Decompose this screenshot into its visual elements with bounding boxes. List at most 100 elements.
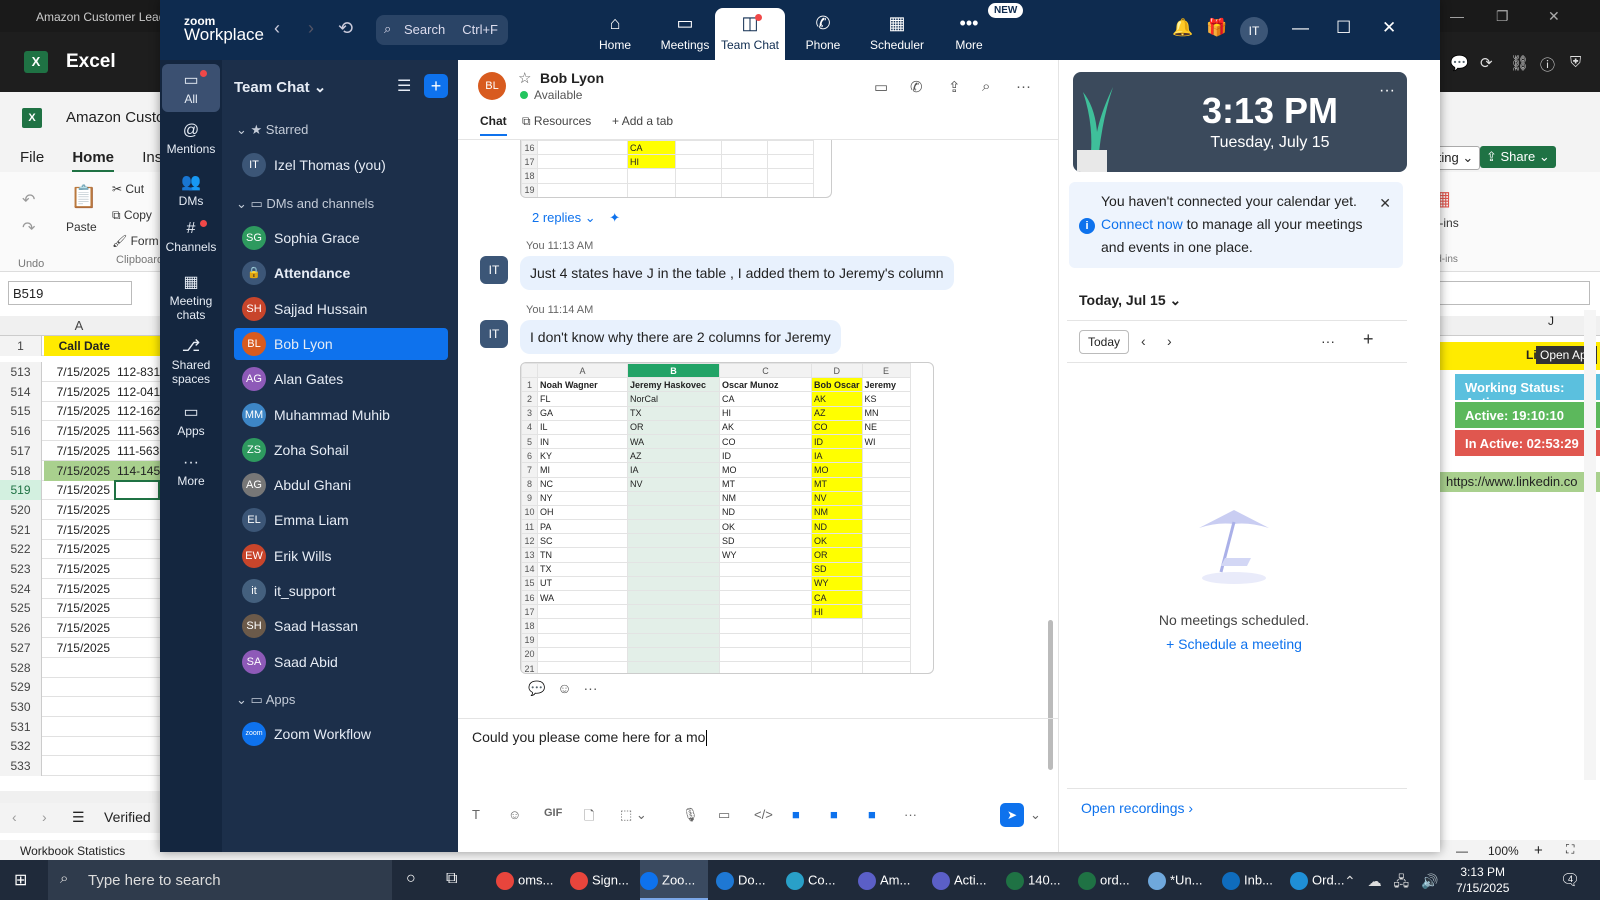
sidebar-item-sajjad-hussain[interactable]: SH Sajjad Hussain	[234, 293, 448, 325]
taskbar-clock[interactable]: 3:13 PM 7/15/2025	[1456, 864, 1509, 896]
cell-a[interactable]	[44, 697, 114, 717]
nav-meetings[interactable]: ▭ Meetings	[650, 8, 720, 60]
cell-b[interactable]	[114, 480, 160, 501]
row-number[interactable]: 520	[0, 499, 42, 520]
app-icon-1[interactable]: ■	[792, 807, 800, 822]
sidebar-item-izel-thomas-you-[interactable]: IT Izel Thomas (you)	[234, 149, 448, 181]
row-number[interactable]: 522	[0, 539, 42, 560]
rail-item-mentions[interactable]: @ Mentions	[162, 120, 220, 156]
more-options-icon[interactable]: ···	[1016, 78, 1031, 95]
section-apps[interactable]: ⌄ ▭ Apps	[236, 692, 295, 708]
search-chat-icon[interactable]: ⌕	[982, 78, 990, 95]
tab-resources[interactable]: ⧉ Resources	[522, 114, 591, 129]
cell-b[interactable]	[114, 539, 160, 559]
refresh-icon[interactable]: ⟳	[1480, 54, 1493, 72]
sidebar-item-abdul-ghani[interactable]: AG Abdul Ghani	[234, 469, 448, 501]
video-call-icon[interactable]: ▭	[874, 78, 888, 96]
video-message-icon[interactable]: ▭	[718, 807, 730, 823]
taskbar-app[interactable]: *Un...	[1148, 860, 1216, 900]
rail-item-apps[interactable]: ▭ Apps	[162, 402, 220, 438]
taskbar-app[interactable]: 140...	[1006, 860, 1074, 900]
cell-a[interactable]: 7/15/2025	[44, 500, 114, 520]
row-number[interactable]: 530	[0, 696, 42, 717]
linkedin-cell[interactable]: https://www.linkedin.co	[1440, 472, 1600, 492]
rail-item-shared-spaces[interactable]: ⎇ Shared spaces	[162, 336, 220, 386]
rail-item-dms[interactable]: 👥 DMs	[162, 172, 220, 208]
taskbar-app[interactable]: Zoo...	[640, 860, 708, 900]
today-dropdown[interactable]: Today, Jul 15 ⌄	[1079, 292, 1181, 309]
cell-b[interactable]: 111-563	[114, 441, 160, 461]
chat-scrollbar[interactable]	[1048, 140, 1053, 770]
taskbar-app[interactable]: oms...	[496, 860, 564, 900]
undo-icon[interactable]: ↶	[22, 190, 35, 210]
taskbar-app[interactable]: Inb...	[1222, 860, 1290, 900]
cell-a[interactable]: 7/15/2025	[44, 520, 114, 540]
taskbar-search[interactable]: ⌕ Type here to search	[48, 860, 392, 900]
row-number[interactable]: 516	[0, 421, 42, 442]
app-icon-3[interactable]: ■	[868, 807, 876, 822]
send-options-icon[interactable]: ⌄	[1030, 807, 1041, 823]
link-icon[interactable]: ⛓	[1510, 54, 1529, 72]
nav-home[interactable]: ⌂ Home	[580, 8, 650, 60]
nav-team-chat[interactable]: ◫ Team Chat	[715, 8, 785, 60]
more-actions-icon[interactable]: ···	[584, 680, 598, 696]
redo-icon[interactable]: ↷	[22, 218, 35, 238]
close-icon[interactable]: ✕	[1548, 8, 1560, 25]
cell-a[interactable]	[44, 736, 114, 756]
row-number[interactable]: 519	[0, 480, 42, 501]
row-number[interactable]: 523	[0, 559, 42, 579]
cell-a[interactable]: 7/15/2025	[44, 480, 114, 500]
gif-icon[interactable]: GIF	[544, 807, 562, 819]
cell-b[interactable]: 111-563	[114, 421, 160, 441]
cell-b[interactable]	[114, 500, 160, 520]
excel-vertical-scrollbar[interactable]	[1584, 310, 1596, 780]
cell-a[interactable]: 7/15/2025	[44, 362, 114, 382]
row-number[interactable]: 528	[0, 657, 42, 678]
shield-icon[interactable]: ⛨	[1570, 54, 1581, 71]
reply-icon[interactable]: 💬	[528, 680, 545, 696]
row-number[interactable]: 533	[0, 756, 42, 776]
cell-a[interactable]	[44, 658, 114, 678]
compose-input[interactable]: Could you please come here for a mo	[472, 729, 707, 746]
taskbar-app[interactable]: Acti...	[932, 860, 1000, 900]
row-number[interactable]: 531	[0, 716, 42, 737]
sidebar-item-bob-lyon[interactable]: BL Bob Lyon	[234, 327, 448, 360]
cell-b[interactable]	[114, 618, 160, 638]
sidebar-item-zoha-sohail[interactable]: ZS Zoha Sohail	[234, 434, 448, 466]
sidebar-item-emma-liam[interactable]: EL Emma Liam	[234, 504, 448, 536]
fullscreen-icon[interactable]: ⛶	[1566, 842, 1574, 857]
cell-b[interactable]	[114, 579, 160, 599]
zoom-out-icon[interactable]: —	[1456, 844, 1468, 858]
phone-call-icon[interactable]: ✆	[910, 78, 923, 96]
gift-icon[interactable]: 🎁	[1206, 18, 1227, 38]
column-a-header[interactable]: A	[44, 318, 114, 333]
clock-more-icon[interactable]: ···	[1379, 82, 1395, 100]
close-notice-icon[interactable]: ✕	[1379, 192, 1391, 215]
network-icon[interactable]: 🖧	[1394, 873, 1410, 889]
section-starred[interactable]: ⌄ ★ Starred	[236, 122, 308, 138]
tab-home[interactable]: Home	[72, 149, 115, 173]
schedule-meeting-link[interactable]: + Schedule a meeting	[1059, 636, 1409, 652]
tab-file[interactable]: File	[20, 149, 44, 166]
rail-item-all[interactable]: ▭ All	[162, 64, 220, 112]
excel-doc-name[interactable]: Amazon Custo	[66, 109, 164, 126]
app-icon-2[interactable]: ■	[830, 807, 838, 822]
task-view-icon[interactable]: ⧉	[446, 870, 457, 888]
paste-button[interactable]: Paste	[66, 220, 97, 234]
shared-image-top[interactable]: 16 CA 17 HI 18 19	[520, 140, 832, 198]
notifications-icon[interactable]: 🗨 4	[1560, 870, 1580, 890]
row-number[interactable]: 532	[0, 736, 42, 757]
row-number[interactable]: 518	[0, 460, 42, 481]
cell-a[interactable]: 7/15/2025	[44, 579, 114, 599]
cell-a[interactable]	[44, 677, 114, 697]
rail-item-channels[interactable]: # Channels	[162, 218, 220, 254]
cell-b[interactable]	[114, 638, 160, 658]
shared-spreadsheet-image[interactable]: A B C D E 1 Noah Wagner Jeremy Haskovec Oscar Mu…	[520, 362, 934, 674]
cell-b[interactable]	[114, 658, 160, 678]
star-icon[interactable]: ☆	[518, 69, 531, 87]
tray-chevron-icon[interactable]: ⌃	[1344, 873, 1356, 889]
workbook-statistics[interactable]: Workbook Statistics	[20, 844, 125, 858]
cell-a[interactable]: 7/15/2025	[44, 421, 114, 441]
format-painter-button[interactable]: 🖌 Form	[112, 234, 159, 248]
row-number[interactable]: 515	[0, 401, 42, 422]
